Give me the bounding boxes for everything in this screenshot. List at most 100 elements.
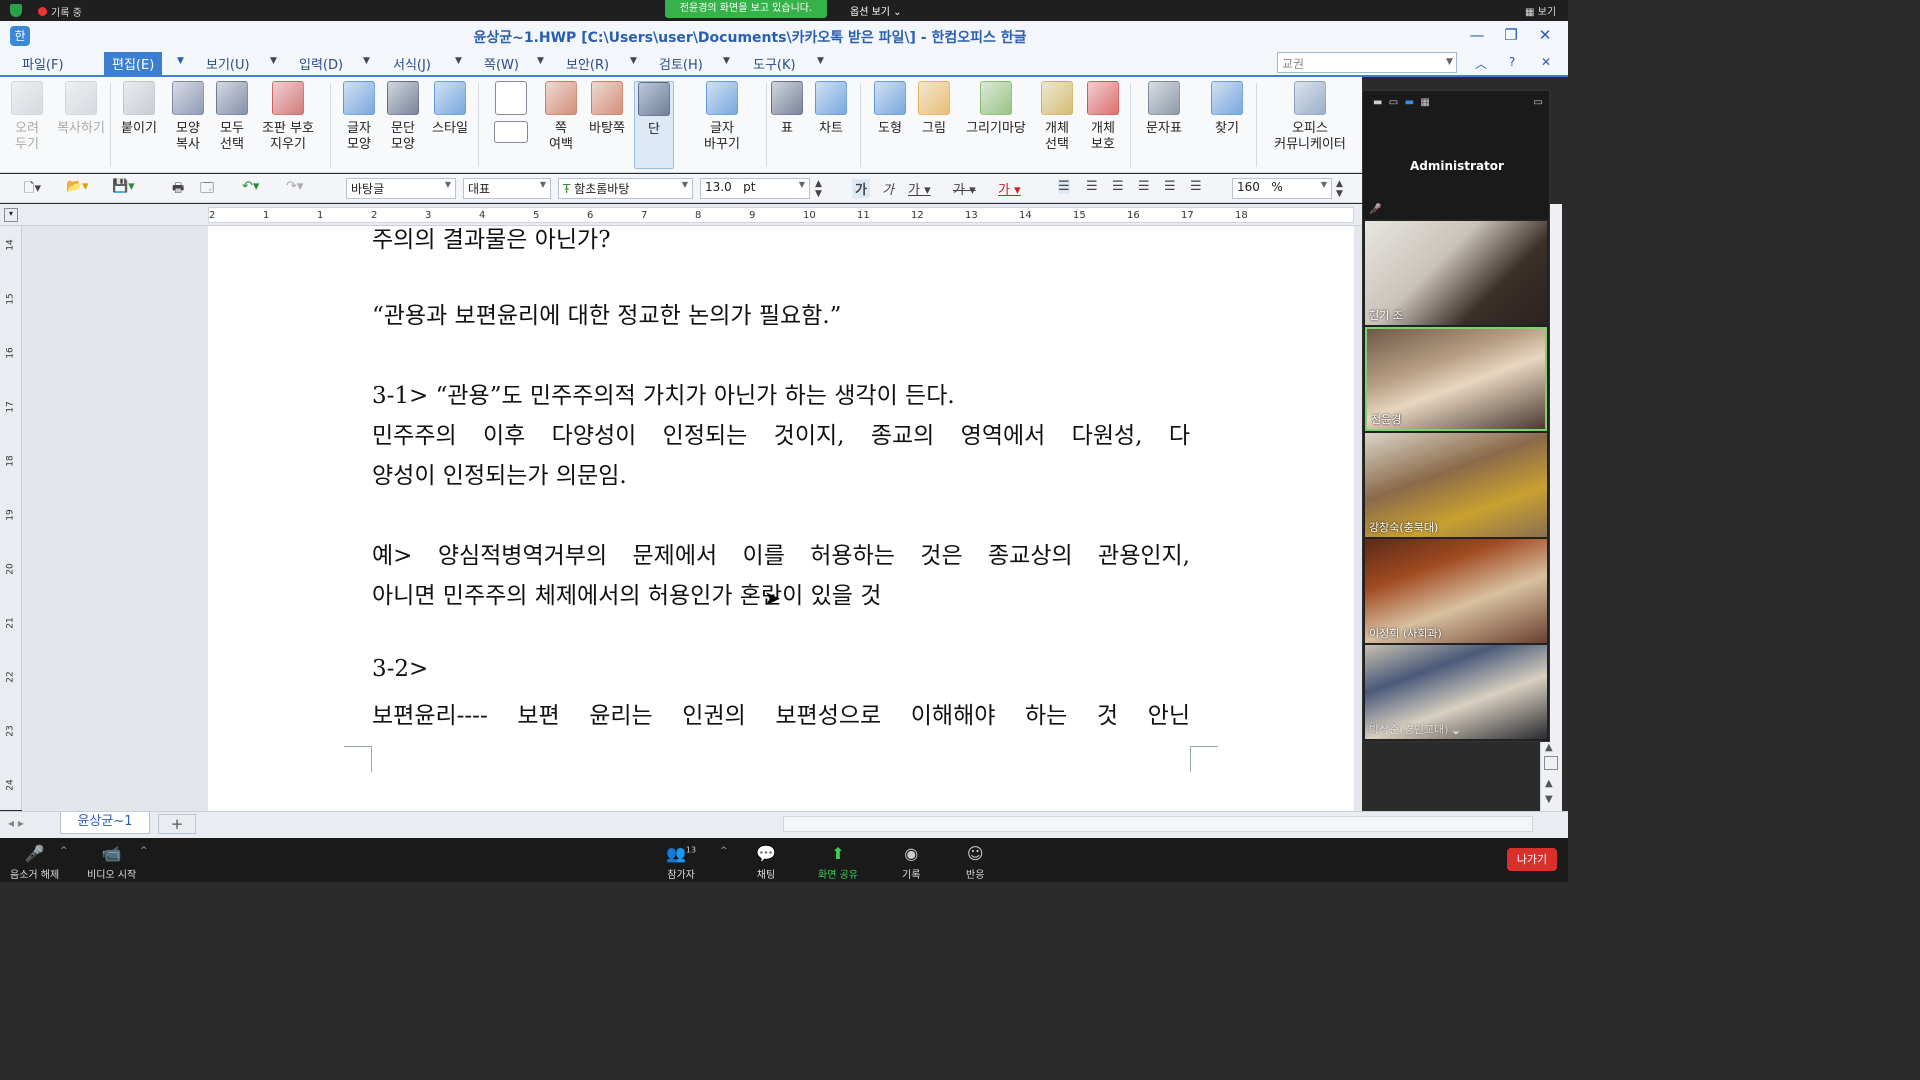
minimize-button[interactable]: — [1462, 24, 1492, 46]
add-tab-button[interactable]: + [158, 814, 196, 834]
font-size-input[interactable]: 13.0 pt ▼ [700, 178, 810, 199]
doc-line-5[interactable]: 양성이 인정되는가 의문임. [372, 456, 627, 490]
participant-tile-2-speaking[interactable]: 전윤경 [1365, 327, 1547, 431]
ribbon-paste-button[interactable]: 붙이기 [116, 81, 162, 137]
font-select[interactable]: Ŧ 함초롬바탕 ▼ [558, 178, 693, 199]
menu-edit[interactable]: 편집(E) [104, 52, 163, 75]
menu-page[interactable]: 쪽(W) [484, 54, 519, 73]
participants-button[interactable]: 👥13 참가자 [666, 844, 696, 881]
participants-options-icon[interactable]: ^ [720, 846, 728, 856]
document-area[interactable]: 주의의 결과물은 아닌가? “관용과 보편윤리에 대한 정교한 논의가 필요함.… [22, 226, 1362, 816]
menu-format-dropdown-icon[interactable]: ▼ [455, 56, 462, 66]
print-icon[interactable]: 🖶 [172, 179, 184, 201]
menu-edit-dropdown-icon[interactable]: ▼ [177, 56, 184, 66]
search-dropdown-icon[interactable]: ▼ [1446, 57, 1453, 67]
menu-format[interactable]: 서식(J) [393, 54, 431, 73]
doc-line-4[interactable]: 민주주의 이후 다양성이 인정되는 것이지, 종교의 영역에서 다원성, 다 [372, 416, 1190, 450]
help-icon[interactable]: ? [1509, 55, 1515, 69]
ribbon-symbol-button[interactable]: 문자표 [1140, 81, 1188, 137]
menu-review-dropdown-icon[interactable]: ▼ [723, 56, 730, 66]
tab-document[interactable]: 윤상균~1 [60, 812, 150, 834]
record-button[interactable]: ◉ 기록 [902, 844, 920, 881]
ribbon-find-button[interactable]: 찾기 [1206, 81, 1248, 137]
ribbon-picture-button[interactable]: 그림 [912, 81, 956, 137]
ribbon-format-painter-button[interactable]: 모양 복사 [166, 81, 210, 153]
start-video-button[interactable]: 📹 비디오 시작 [87, 844, 136, 881]
italic-icon[interactable]: 가 [882, 179, 894, 198]
ribbon-communicator-button[interactable]: 오피스 커뮤니케이터 [1266, 81, 1354, 153]
style-select[interactable]: 바탕글 ▼ [346, 178, 456, 199]
align-center-icon[interactable]: ☰ [1112, 179, 1124, 194]
chat-button[interactable]: 💬 채팅 [756, 844, 776, 881]
doc-line-2[interactable]: “관용과 보편윤리에 대한 정교한 논의가 필요함.” [372, 296, 841, 330]
menu-view[interactable]: 보기(U) [206, 54, 250, 73]
align-justify-icon[interactable]: ☰ [1058, 179, 1070, 194]
leave-button[interactable]: 나가기 [1507, 848, 1557, 871]
menu-tools[interactable]: 도구(K) [753, 54, 796, 73]
ribbon-shape-button[interactable]: 도형 [868, 81, 912, 137]
gallery-scroll-down-icon[interactable]: ⌄ [1451, 723, 1461, 737]
participant-tile-3[interactable]: 강창숙(충북대) [1365, 433, 1547, 537]
ribbon-scissors-button[interactable]: 오려 두기 [8, 81, 46, 153]
menu-review[interactable]: 검토(H) [659, 54, 703, 73]
align-left-icon[interactable]: ☰ [1086, 179, 1098, 194]
undo-icon[interactable]: ↶▾ [242, 179, 259, 194]
doc-close-icon[interactable]: ✕ [1541, 55, 1551, 69]
unmute-button[interactable]: 🎤 음소거 해제 [10, 844, 59, 881]
doc-line-8[interactable]: 3-2> [372, 656, 428, 682]
share-screen-button[interactable]: ⬆ 화면 공유 [818, 844, 858, 881]
page-orientation-button[interactable] [490, 81, 532, 149]
page-view-icon[interactable] [1544, 756, 1558, 770]
video-options-icon[interactable]: ^ [140, 846, 148, 856]
ribbon-clipart-button[interactable]: 그리기마당 [958, 81, 1034, 137]
menu-tools-dropdown-icon[interactable]: ▼ [817, 56, 824, 66]
menu-security-dropdown-icon[interactable]: ▼ [630, 56, 637, 66]
line-spacing-stepper[interactable]: ▲ ▼ [1336, 179, 1343, 199]
language-select[interactable]: 대표 ▼ [463, 178, 551, 199]
horizontal-scrollbar[interactable] [783, 816, 1533, 832]
bold-icon[interactable]: 가 [852, 179, 870, 198]
font-color-icon[interactable]: 가 ▾ [998, 179, 1021, 198]
ribbon-copy-button[interactable]: 복사하기 [52, 81, 110, 137]
ribbon-char-shape-button[interactable]: 글자 모양 [338, 81, 380, 153]
new-doc-icon[interactable]: 🗋▾ [24, 179, 41, 201]
close-button[interactable]: ✕ [1530, 24, 1560, 46]
ribbon-object-select-button[interactable]: 개체 선택 [1036, 81, 1078, 153]
gallery-collapse-icon[interactable]: ▭ [1534, 97, 1543, 108]
horizontal-ruler[interactable]: ▾ 2 1 1 2 3 4 5 6 7 8 9 10 11 12 13 14 15 16 17 18 [0, 204, 1362, 226]
doc-line-3[interactable]: 3-1> “관용”도 민주주의적 가치가 아닌가 하는 생각이 든다. [372, 376, 955, 410]
document-page[interactable]: 주의의 결과물은 아닌가? “관용과 보편윤리에 대한 정교한 논의가 필요함.… [208, 226, 1354, 816]
menu-view-dropdown-icon[interactable]: ▼ [270, 56, 277, 66]
menu-insert[interactable]: 입력(D) [299, 54, 343, 73]
menu-file[interactable]: 파일(F) [22, 54, 64, 73]
save-icon[interactable]: 💾▾ [112, 179, 135, 194]
ruler-scale[interactable]: 2 1 1 2 3 4 5 6 7 8 9 10 11 12 13 14 15 16 17 18 [208, 207, 1354, 223]
security-shield-icon[interactable] [10, 4, 22, 17]
participant-tile-1[interactable]: 현기 조 [1365, 221, 1547, 325]
ribbon-clear-marks-button[interactable]: 조판 부호 지우기 [256, 81, 320, 153]
ruler-corner-icon[interactable]: ▾ [4, 208, 18, 222]
help-search-input[interactable]: 교권 [1277, 52, 1457, 73]
vertical-ruler[interactable]: 14 15 16 17 18 19 20 21 22 23 24 [0, 226, 22, 810]
view-button[interactable]: ▦ 보기 [1525, 3, 1556, 18]
align-right-icon[interactable]: ☰ [1138, 179, 1150, 194]
ribbon-para-shape-button[interactable]: 문단 모양 [382, 81, 424, 153]
ribbon-page-margin-button[interactable]: 쪽 여백 [538, 81, 584, 153]
underline-icon[interactable]: 가 ▾ [908, 179, 931, 198]
audio-options-icon[interactable]: ^ [60, 846, 68, 856]
reactions-button[interactable]: ☺ 반응 [966, 844, 984, 881]
doc-line-1[interactable]: 주의의 결과물은 아닌가? [372, 226, 611, 254]
gallery-view-controls[interactable]: ▬ ▭ ▬ ▦ [1373, 97, 1430, 108]
ribbon-select-all-button[interactable]: 모두 선택 [210, 81, 254, 153]
align-distribute-icon[interactable]: ☰ [1164, 179, 1176, 194]
doc-line-6[interactable]: 예> 양심적병역거부의 문제에서 이를 허용하는 것은 종교상의 관용인지, [372, 536, 1190, 570]
next-page-icon[interactable]: ▼ [1545, 794, 1553, 805]
ribbon-collapse-icon[interactable]: ︿ [1475, 55, 1487, 72]
strikethrough-icon[interactable]: 가 ▾ [953, 179, 976, 198]
menu-insert-dropdown-icon[interactable]: ▼ [363, 56, 370, 66]
tab-scroll-left-icon[interactable]: ◂ ▸ [8, 816, 24, 830]
ribbon-style-button[interactable]: 스타일 [426, 81, 474, 137]
ribbon-master-page-button[interactable]: 바탕쪽 [584, 81, 630, 137]
align-divide-icon[interactable]: ☰ [1190, 179, 1202, 194]
view-options-button[interactable]: 옵션 보기 ⌄ [850, 3, 902, 18]
